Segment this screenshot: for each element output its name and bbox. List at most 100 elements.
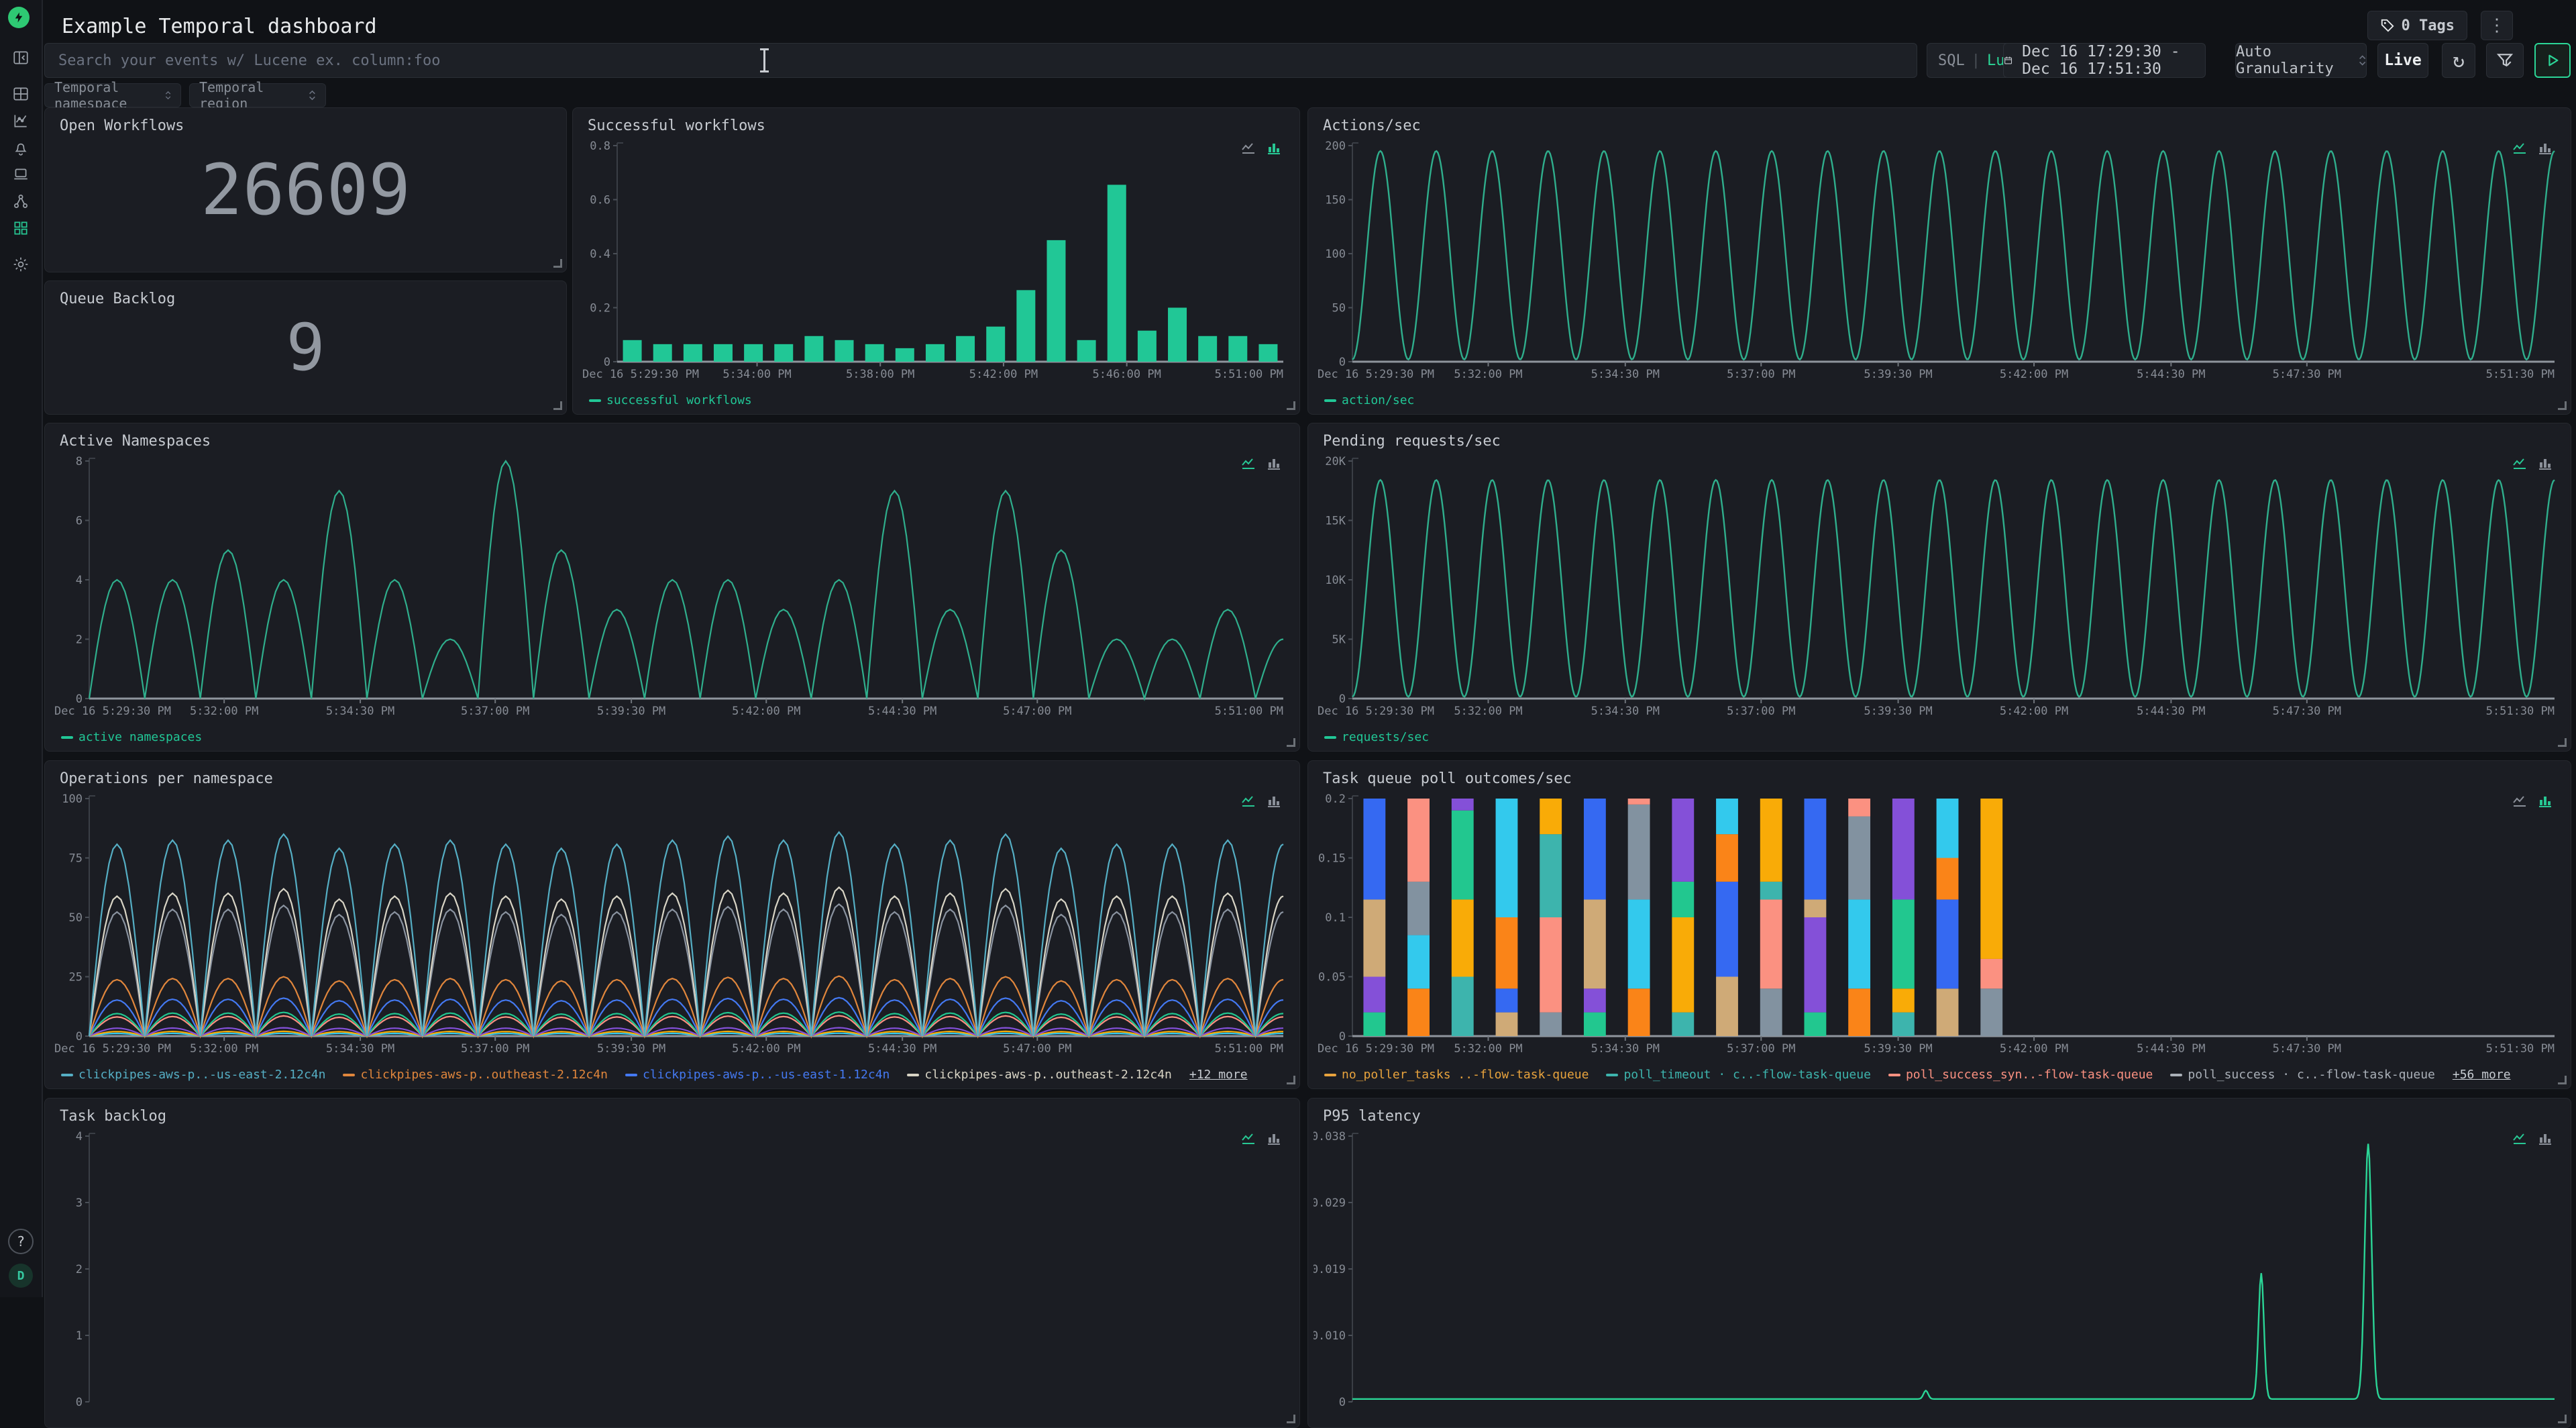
legend-more-link[interactable]: +56 more <box>2453 1068 2511 1082</box>
stacked-bar-segment[interactable] <box>1892 899 1915 988</box>
stacked-bar-segment[interactable] <box>1363 899 1385 976</box>
stacked-bar-segment[interactable] <box>1760 988 1782 1036</box>
stacked-bar-segment[interactable] <box>1892 799 1915 899</box>
stacked-bar-segment[interactable] <box>1584 988 1606 1012</box>
series-line[interactable] <box>89 461 1283 699</box>
bar[interactable] <box>653 344 672 362</box>
stacked-bar-segment[interactable] <box>1892 988 1915 1012</box>
stacked-bar-segment[interactable] <box>1407 799 1430 882</box>
bar[interactable] <box>1138 331 1157 362</box>
legend-item[interactable]: action/sec <box>1324 393 1414 407</box>
stacked-bar-segment[interactable] <box>1937 899 1959 988</box>
resize-handle[interactable] <box>2558 1076 2567 1084</box>
stacked-bar-segment[interactable] <box>1452 977 1474 1037</box>
bar[interactable] <box>774 344 793 362</box>
stacked-bar-segment[interactable] <box>1540 917 1562 1013</box>
help-button[interactable]: ? <box>8 1229 34 1254</box>
sidebar-item-laptop[interactable] <box>7 161 34 188</box>
stacked-bar-segment[interactable] <box>1628 805 1650 900</box>
stacked-bar-segment[interactable] <box>1407 882 1430 935</box>
bar[interactable] <box>1258 344 1277 362</box>
legend-item[interactable]: requests/sec <box>1324 730 1429 744</box>
stacked-bar-segment[interactable] <box>1496 1013 1518 1036</box>
legend-item[interactable]: clickpipes-aws-p..-us-east-1.12c4n <box>625 1068 890 1082</box>
filter-button[interactable] <box>2486 43 2524 78</box>
stacked-bar-segment[interactable] <box>1672 799 1694 882</box>
live-button[interactable]: Live <box>2377 43 2428 78</box>
stacked-bar-segment[interactable] <box>1584 799 1606 899</box>
chart-area[interactable]: 05K10K15K20KDec 16 5:29:30 PM5:32:00 PM5… <box>1313 453 2565 719</box>
bar[interactable] <box>1046 240 1065 362</box>
temporal-region-filter[interactable]: Temporal region <box>189 83 326 107</box>
line-chart-toggle-icon[interactable] <box>1240 456 1256 472</box>
legend-item[interactable]: poll_success · c..-flow-task-queue <box>2170 1068 2434 1082</box>
bar[interactable] <box>744 344 763 362</box>
sidebar-item-dashboard-grid[interactable] <box>7 215 34 242</box>
legend-item[interactable]: poll_success_syn..-flow-task-queue <box>1888 1068 2153 1082</box>
resize-handle[interactable] <box>1287 738 1295 747</box>
sidebar-item-grid-windows[interactable] <box>7 81 34 107</box>
bar[interactable] <box>865 344 884 362</box>
temporal-namespace-filter[interactable]: Temporal namespace <box>44 83 181 107</box>
stacked-bar-segment[interactable] <box>1672 917 1694 1013</box>
legend-item[interactable]: successful workflows <box>589 393 752 407</box>
chart-area[interactable]: 050100150200Dec 16 5:29:30 PM5:32:00 PM5… <box>1313 138 2565 382</box>
bar[interactable] <box>804 336 823 362</box>
stacked-bar-segment[interactable] <box>1848 899 1870 988</box>
more-menu-button[interactable]: ⋮ <box>2481 11 2513 40</box>
stacked-bar-segment[interactable] <box>1540 1013 1562 1036</box>
stacked-bar-segment[interactable] <box>1848 817 1870 900</box>
legend-item[interactable]: clickpipes-aws-p..-us-east-2.12c4n <box>61 1068 325 1082</box>
resize-handle[interactable] <box>1287 1415 1295 1423</box>
pending-requests-chart[interactable]: 05K10K15K20KDec 16 5:29:30 PM5:32:00 PM5… <box>1313 453 2565 719</box>
stacked-bar-segment[interactable] <box>1980 959 2002 988</box>
stacked-bar-segment[interactable] <box>1496 799 1518 917</box>
bar-chart-toggle-icon[interactable] <box>1266 793 1282 809</box>
stacked-bar-segment[interactable] <box>1584 1013 1606 1036</box>
bar-chart-toggle-icon[interactable] <box>2537 793 2553 809</box>
legend-item[interactable]: no_poller_tasks ..-flow-task-queue <box>1324 1068 1589 1082</box>
chart-area[interactable]: 0255075100Dec 16 5:29:30 PM5:32:00 PM5:3… <box>50 790 1294 1056</box>
chart-area[interactable]: 0.0380.0290.0190.0100 <box>1313 1128 2565 1422</box>
search-input[interactable] <box>44 43 1917 78</box>
bar[interactable] <box>835 340 854 362</box>
bar[interactable] <box>926 344 945 362</box>
sidebar-item-gear[interactable] <box>7 251 34 278</box>
bar[interactable] <box>1228 336 1247 362</box>
bar[interactable] <box>956 336 975 362</box>
stacked-bar-segment[interactable] <box>1496 988 1518 1012</box>
bar-chart-toggle-icon[interactable] <box>2537 456 2553 472</box>
stacked-bar-segment[interactable] <box>1407 988 1430 1036</box>
resize-handle[interactable] <box>553 259 562 268</box>
legend-more-link[interactable]: +12 more <box>1189 1068 1248 1082</box>
sidebar-item-nodes[interactable] <box>7 188 34 215</box>
stacked-bar-segment[interactable] <box>1452 811 1474 900</box>
sql-option[interactable]: SQL <box>1938 52 1965 69</box>
line-chart-toggle-icon[interactable] <box>2512 140 2528 156</box>
stacked-bar-segment[interactable] <box>1363 1013 1385 1036</box>
stacked-bar-segment[interactable] <box>1452 899 1474 976</box>
bar-chart-toggle-icon[interactable] <box>1266 140 1282 156</box>
date-range-picker[interactable]: Dec 16 17:29:30 - Dec 16 17:51:30 <box>2003 43 2206 78</box>
sidebar-item-line-chart[interactable] <box>7 107 34 134</box>
bar-chart-toggle-icon[interactable] <box>2537 140 2553 156</box>
legend-item[interactable]: clickpipes-aws-p..outheast-2.12c4n <box>907 1068 1171 1082</box>
bar[interactable] <box>1198 336 1217 362</box>
stacked-bar-segment[interactable] <box>1937 988 1959 1036</box>
stacked-bar-segment[interactable] <box>1760 799 1782 882</box>
stacked-bar-segment[interactable] <box>1628 799 1650 805</box>
bar[interactable] <box>1077 340 1096 362</box>
stacked-bar-segment[interactable] <box>1363 977 1385 1013</box>
line-chart-toggle-icon[interactable] <box>2512 456 2528 472</box>
stacked-bar-segment[interactable] <box>1804 799 1826 899</box>
legend-item[interactable]: clickpipes-aws-p..outheast-2.12c4n <box>343 1068 607 1082</box>
bar[interactable] <box>623 340 642 362</box>
stacked-bar-segment[interactable] <box>1804 899 1826 917</box>
stacked-bar-segment[interactable] <box>1716 799 1738 834</box>
stacked-bar-segment[interactable] <box>1980 799 2002 959</box>
bar[interactable] <box>1016 290 1035 362</box>
bar[interactable] <box>714 344 733 362</box>
line-chart-toggle-icon[interactable] <box>2512 1131 2528 1147</box>
resize-handle[interactable] <box>2558 1415 2567 1423</box>
actions-per-sec-chart[interactable]: 050100150200Dec 16 5:29:30 PM5:32:00 PM5… <box>1313 138 2565 382</box>
